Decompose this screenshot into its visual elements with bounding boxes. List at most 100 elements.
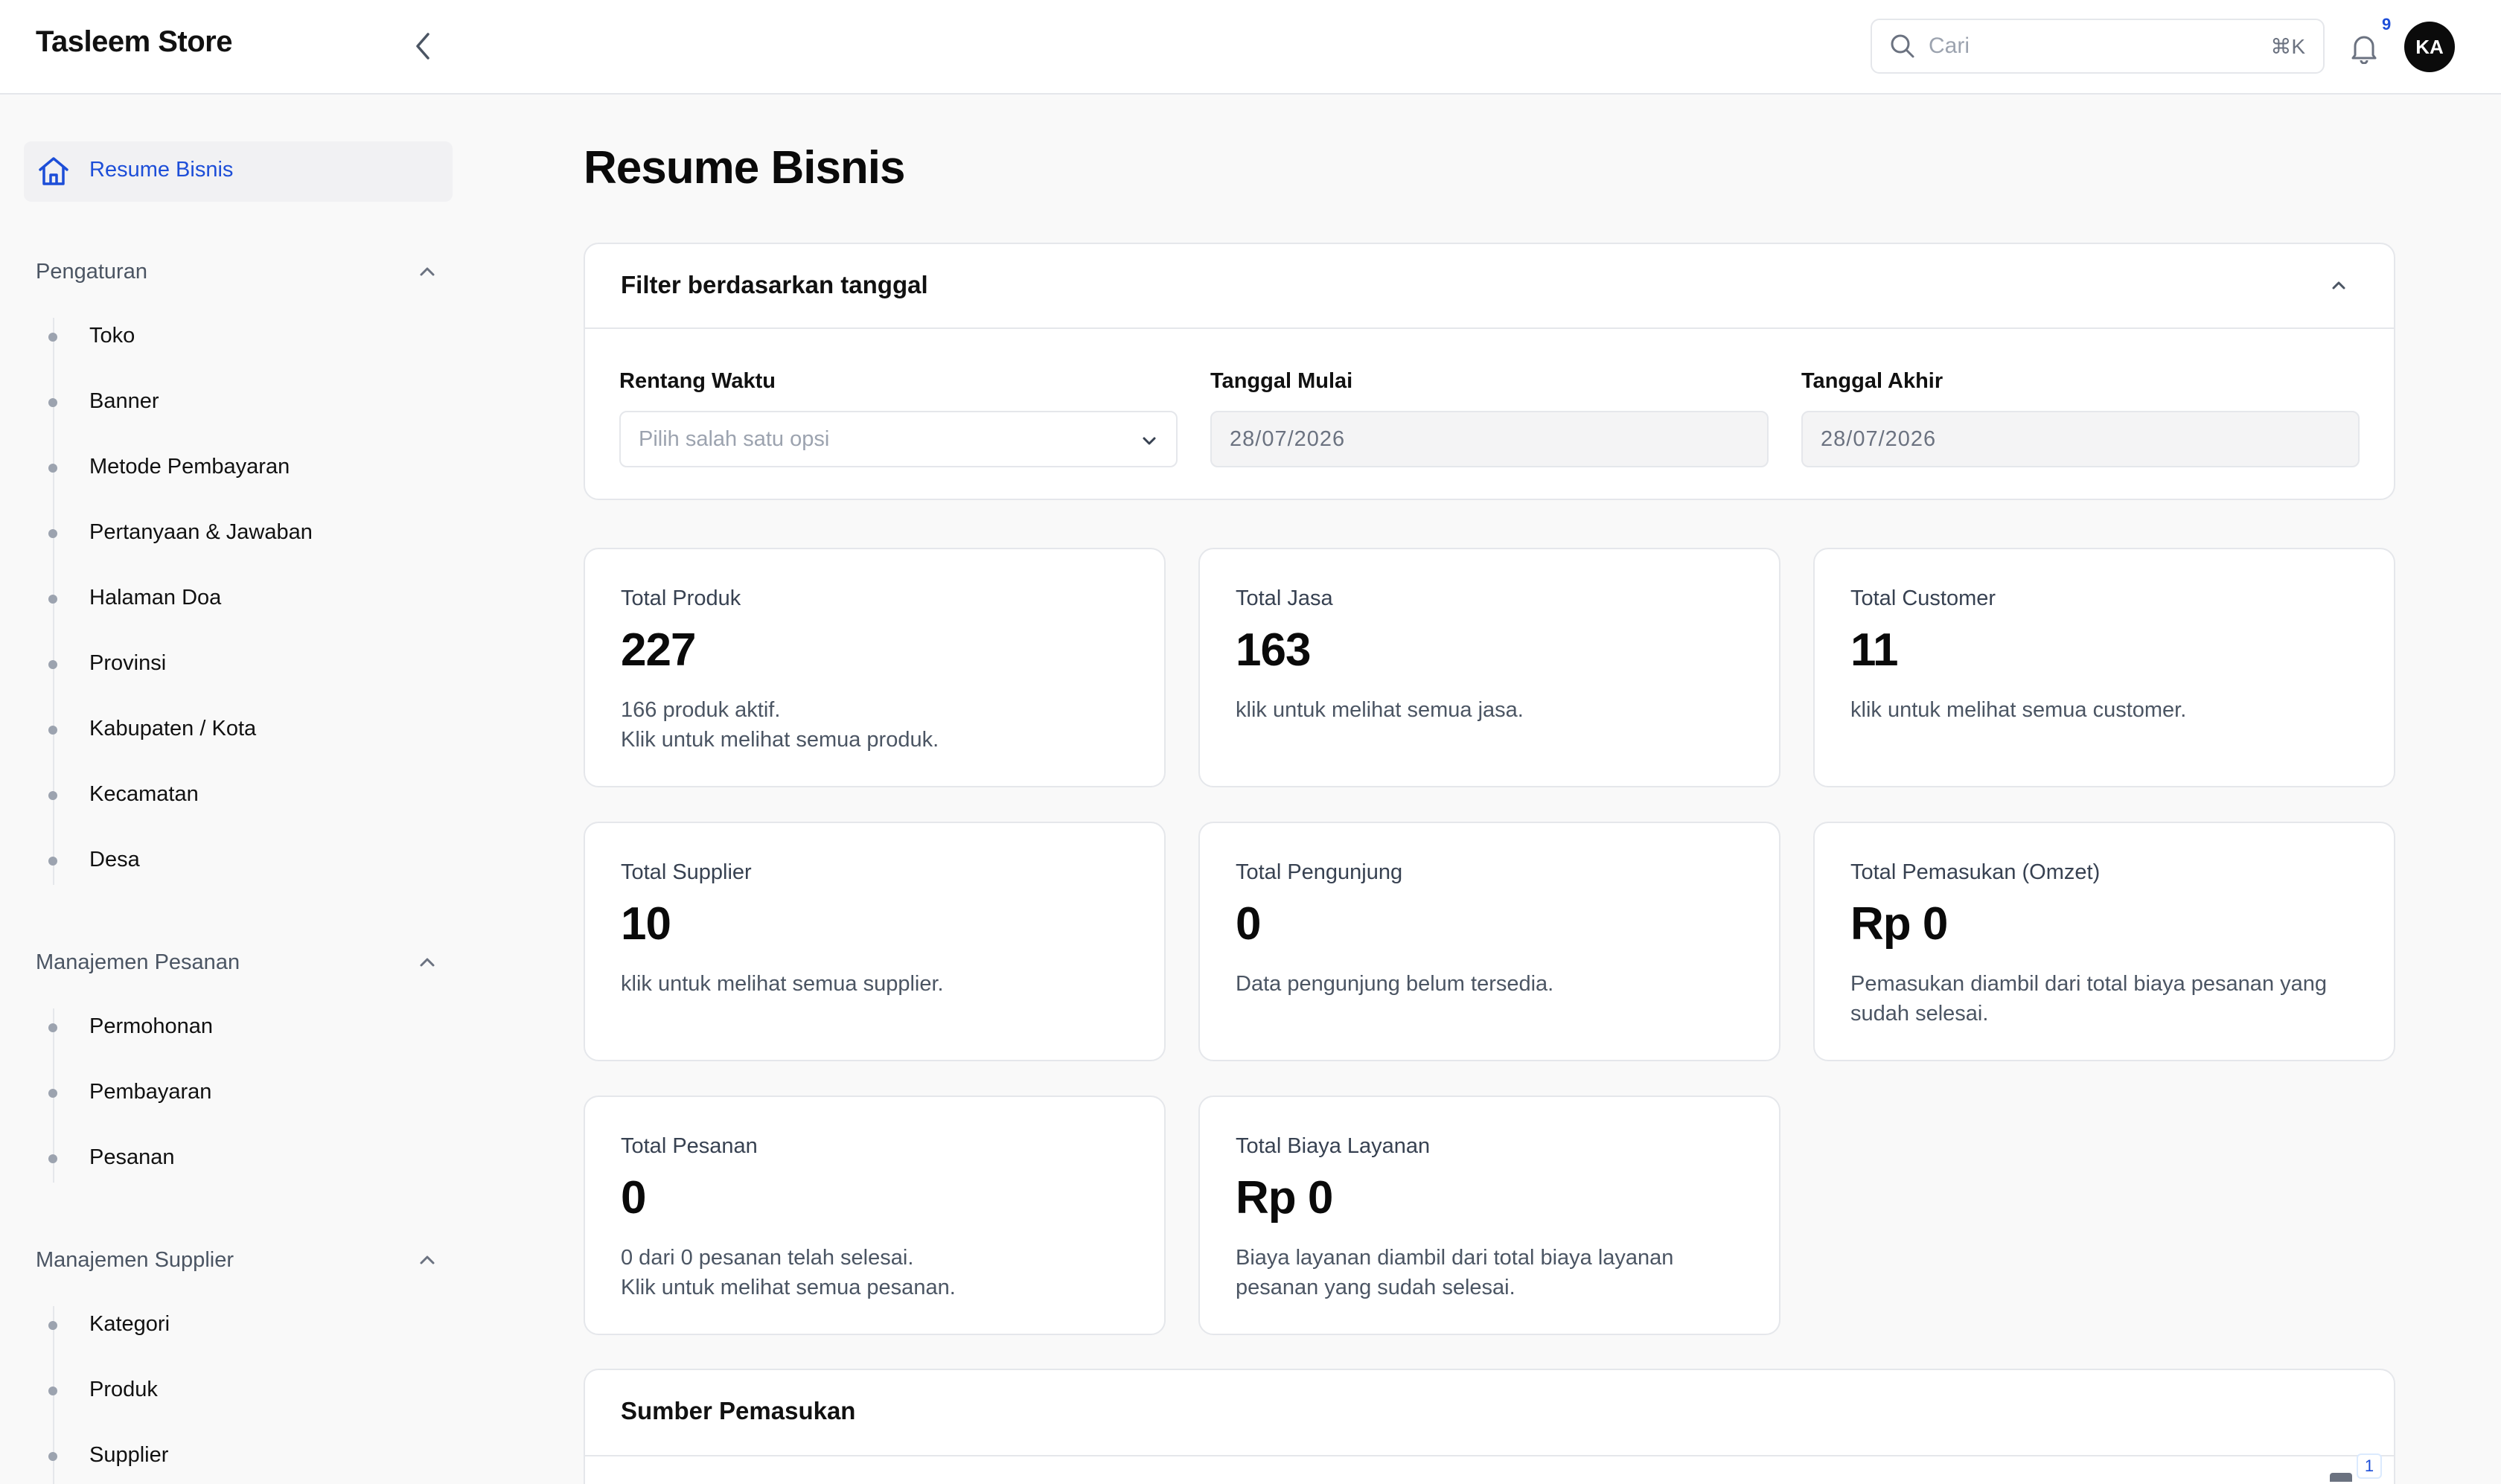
sidebar-item-resume-bisnis[interactable]: Resume Bisnis xyxy=(24,141,453,202)
sidebar-item-label: Supplier xyxy=(89,1443,169,1467)
stat-description: Biaya layanan diambil dari total biaya l… xyxy=(1236,1243,1757,1302)
stat-value: Rp 0 xyxy=(1850,898,1948,950)
sidebar-item-label: Produk xyxy=(89,1378,158,1401)
end-date-label: Tanggal Akhir xyxy=(1801,369,1943,393)
sidebar-item-label: Metode Pembayaran xyxy=(89,455,290,479)
start-date-value: 28/07/2026 xyxy=(1230,426,1346,451)
bullet xyxy=(48,1452,57,1461)
sidebar-item-label: Pesanan xyxy=(89,1145,175,1169)
date-filter-card: Filter berdasarkan tanggal Rentang Waktu… xyxy=(584,243,2395,500)
stat-card-total-produk[interactable]: Total Produk 227 166 produk aktif. Klik … xyxy=(584,548,1166,787)
stat-label: Total Produk xyxy=(621,586,741,610)
sidebar-item-label: Banner xyxy=(89,389,159,413)
sidebar-item-metode-pembayaran[interactable]: Metode Pembayaran xyxy=(46,452,290,484)
stat-card-total-pengunjung: Total Pengunjung 0 Data pengunjung belum… xyxy=(1198,822,1780,1061)
end-date-field: Tanggal Akhir 28/07/2026 xyxy=(1801,369,2360,467)
avatar[interactable]: KA xyxy=(2404,22,2455,72)
sidebar-item-label: Toko xyxy=(89,324,135,348)
divider xyxy=(585,1455,2394,1456)
sidebar-item-produk[interactable]: Produk xyxy=(46,1375,158,1407)
bullet xyxy=(48,464,57,473)
bullet xyxy=(48,595,57,604)
range-field: Rentang Waktu Pilih salah satu opsi xyxy=(619,369,1178,467)
sidebar-item-label: Resume Bisnis xyxy=(89,158,234,182)
stat-card-total-customer[interactable]: Total Customer 11 klik untuk melihat sem… xyxy=(1813,548,2395,787)
app-title: Tasleem Store xyxy=(36,25,233,58)
start-date-input[interactable]: 28/07/2026 xyxy=(1210,411,1769,467)
stat-value: 227 xyxy=(621,624,696,676)
stat-label: Total Pemasukan (Omzet) xyxy=(1850,860,2101,884)
sidebar-item-pembayaran[interactable]: Pembayaran xyxy=(46,1077,211,1110)
bullet xyxy=(48,398,57,407)
stat-description: Data pengunjung belum tersedia. xyxy=(1236,969,1757,999)
chevron-up-icon xyxy=(420,267,435,276)
sidebar-item-label: Halaman Doa xyxy=(89,586,222,610)
home-icon xyxy=(39,157,68,185)
stat-card-total-supplier[interactable]: Total Supplier 10 klik untuk melihat sem… xyxy=(584,822,1166,1061)
end-date-input[interactable]: 28/07/2026 xyxy=(1801,411,2360,467)
sidebar-item-kabupaten-kota[interactable]: Kabupaten / Kota xyxy=(46,714,256,746)
stat-desc-line: klik untuk melihat semua jasa. xyxy=(1236,698,1524,722)
stat-label: Total Pengunjung xyxy=(1236,860,1403,884)
sidebar-item-pesanan[interactable]: Pesanan xyxy=(46,1142,175,1175)
stat-description: klik untuk melihat semua supplier. xyxy=(621,969,1142,999)
bullet xyxy=(48,333,57,342)
notifications-button[interactable] xyxy=(2346,28,2382,67)
section-pengaturan-header[interactable]: Pengaturan xyxy=(36,257,438,287)
stat-desc-line: 166 produk aktif. xyxy=(621,698,781,722)
sidebar-item-label: Pembayaran xyxy=(89,1080,212,1104)
sidebar-item-toko[interactable]: Toko xyxy=(46,321,135,354)
stat-card-total-pemasukan: Total Pemasukan (Omzet) Rp 0 Pemasukan d… xyxy=(1813,822,2395,1061)
chevron-up-icon xyxy=(2332,281,2345,290)
sidebar-item-pertanyaan-jawaban[interactable]: Pertanyaan & Jawaban xyxy=(46,517,313,550)
sidebar-item-halaman-doa[interactable]: Halaman Doa xyxy=(46,583,221,615)
stat-card-total-pesanan[interactable]: Total Pesanan 0 0 dari 0 pesanan telah s… xyxy=(584,1096,1166,1335)
sidebar-item-label: Provinsi xyxy=(89,651,167,675)
stat-desc-line: klik untuk melihat semua customer. xyxy=(1850,698,2187,722)
sidebar-item-permohonan[interactable]: Permohonan xyxy=(46,1011,213,1044)
chart-toggle-handle[interactable] xyxy=(2330,1473,2352,1482)
bullet xyxy=(48,726,57,735)
page-title: Resume Bisnis xyxy=(584,142,906,194)
bullet xyxy=(48,857,57,866)
bullet xyxy=(48,529,57,538)
stat-card-total-biaya-layanan: Total Biaya Layanan Rp 0 Biaya layanan d… xyxy=(1198,1096,1780,1335)
stat-card-total-jasa[interactable]: Total Jasa 163 klik untuk melihat semua … xyxy=(1198,548,1780,787)
top-bar: Tasleem Store Cari ⌘K 9 KA xyxy=(0,0,2501,95)
section-manajemen-pesanan-header[interactable]: Manajemen Pesanan xyxy=(36,947,438,977)
range-select[interactable]: Pilih salah satu opsi xyxy=(619,411,1178,467)
bullet xyxy=(48,1321,57,1330)
sidebar-item-banner[interactable]: Banner xyxy=(46,386,159,419)
section-title: Pengaturan xyxy=(36,259,147,284)
income-source-card: Sumber Pemasukan 1 xyxy=(584,1369,2395,1484)
sidebar-item-kecamatan[interactable]: Kecamatan xyxy=(46,779,199,812)
sidebar-item-provinsi[interactable]: Provinsi xyxy=(46,648,166,681)
stat-desc-line: Pemasukan diambil dari total biaya pesan… xyxy=(1850,972,2328,996)
search-shortcut: ⌘K xyxy=(2270,34,2305,58)
income-count-badge: 1 xyxy=(2357,1453,2382,1479)
section-title: Manajemen Supplier xyxy=(36,1247,234,1272)
stat-description: 166 produk aktif. Klik untuk melihat sem… xyxy=(621,695,1142,755)
sidebar-item-supplier[interactable]: Supplier xyxy=(46,1440,168,1473)
stat-desc-line: Biaya layanan diambil dari total biaya l… xyxy=(1236,1246,1674,1270)
stat-label: Total Customer xyxy=(1850,586,1996,610)
stat-desc-line: sudah selesai. xyxy=(1850,1002,1989,1026)
chevron-down-icon xyxy=(1143,437,1156,445)
range-label: Rentang Waktu xyxy=(619,369,776,393)
bullet xyxy=(48,1023,57,1032)
filter-header[interactable]: Filter berdasarkan tanggal xyxy=(585,244,2394,329)
sidebar-item-desa[interactable]: Desa xyxy=(46,845,140,877)
income-source-title: Sumber Pemasukan xyxy=(621,1397,856,1424)
search-input[interactable]: Cari ⌘K xyxy=(1871,19,2325,74)
section-title: Manajemen Pesanan xyxy=(36,950,240,974)
section-manajemen-supplier-header[interactable]: Manajemen Supplier xyxy=(36,1245,438,1275)
stat-label: Total Pesanan xyxy=(621,1134,758,1158)
sidebar-item-kategori[interactable]: Kategori xyxy=(46,1309,170,1342)
stat-value: 0 xyxy=(621,1172,646,1224)
collapse-sidebar-button[interactable] xyxy=(408,28,438,64)
sidebar-item-label: Permohonan xyxy=(89,1014,214,1038)
stat-desc-line: Data pengunjung belum tersedia. xyxy=(1236,972,1554,996)
bullet xyxy=(48,660,57,669)
sidebar: Resume Bisnis Pengaturan Toko Banner Met… xyxy=(0,95,476,1484)
sidebar-item-label: Kategori xyxy=(89,1312,170,1336)
